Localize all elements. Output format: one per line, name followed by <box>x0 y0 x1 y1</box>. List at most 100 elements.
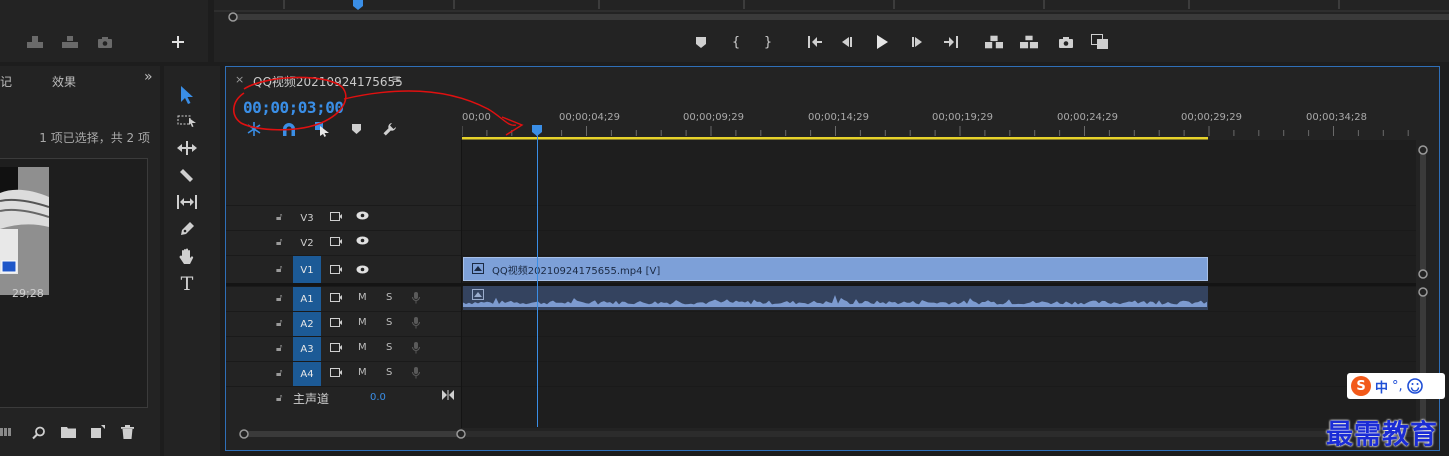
track-name[interactable]: V1 <box>293 256 321 284</box>
track-name[interactable]: A2 <box>293 312 321 336</box>
lock-icon[interactable]: 🔓︎ <box>276 293 282 304</box>
mute-button[interactable]: M <box>358 342 367 353</box>
video-clip[interactable]: QQ视频20210924175655.mp4 [V] <box>463 257 1208 281</box>
sync-lock-icon[interactable] <box>330 264 342 275</box>
emoji-icon[interactable] <box>1406 378 1423 394</box>
track-row-v2[interactable]: 🔓︎ V2 <box>226 230 1416 255</box>
track-row-a4[interactable]: 🔓︎ A4 M S <box>226 361 1416 386</box>
go-to-end-icon[interactable] <box>442 390 454 400</box>
add-marker-icon[interactable] <box>692 33 710 51</box>
eye-icon[interactable] <box>356 211 369 220</box>
trash-icon[interactable] <box>121 425 134 439</box>
search-icon[interactable] <box>32 426 46 440</box>
horizontal-zoom-bar[interactable] <box>236 427 1436 443</box>
lock-icon[interactable]: 🔓︎ <box>276 318 282 329</box>
microphone-icon[interactable] <box>412 292 420 304</box>
step-forward-icon[interactable] <box>908 33 926 51</box>
go-to-in-icon[interactable] <box>806 33 824 51</box>
lock-icon[interactable]: 🔓︎ <box>276 264 282 275</box>
lift-icon[interactable] <box>985 33 1003 51</box>
lock-icon[interactable]: 🔓︎ <box>276 343 282 354</box>
bin-view[interactable]: 29;28 <box>0 158 148 408</box>
insert-icon[interactable] <box>26 33 44 51</box>
mute-button[interactable]: M <box>358 292 367 303</box>
ime-punct[interactable]: °, <box>1392 379 1403 394</box>
clip-thumbnail[interactable]: 29;28 <box>0 167 49 300</box>
clip-duration: 29;28 <box>12 287 44 300</box>
tab-partial[interactable]: 记 <box>0 73 12 90</box>
solo-button[interactable]: S <box>386 317 392 328</box>
mute-button[interactable]: M <box>358 367 367 378</box>
track-row-v3[interactable]: 🔓︎ V3 <box>226 205 1416 230</box>
new-bin-icon[interactable] <box>61 426 76 438</box>
fx-badge-icon <box>472 263 484 274</box>
track-select-tool-icon[interactable] <box>176 110 198 132</box>
solo-button[interactable]: S <box>386 292 392 303</box>
panel-overflow-icon[interactable]: » <box>144 69 153 85</box>
track-name[interactable]: A1 <box>293 287 321 311</box>
type-tool-icon[interactable]: T <box>176 273 198 295</box>
export-frame-icon[interactable] <box>1057 33 1075 51</box>
mark-in-icon[interactable]: { <box>727 33 745 51</box>
lock-icon[interactable]: 🔓︎ <box>276 212 282 223</box>
eye-icon[interactable] <box>356 236 369 245</box>
eye-icon[interactable] <box>356 265 369 274</box>
audio-clip[interactable] <box>463 286 1208 310</box>
lock-icon[interactable]: 🔓︎ <box>276 393 282 404</box>
ruler-label: 00;00;24;29 <box>1057 112 1119 123</box>
step-back-icon[interactable] <box>838 33 856 51</box>
track-header: 🔓︎ A4 M S <box>226 362 461 386</box>
track-name[interactable]: A4 <box>293 362 321 386</box>
track-name[interactable]: V3 <box>293 206 321 230</box>
lock-icon[interactable]: 🔓︎ <box>276 368 282 379</box>
sync-lock-icon[interactable] <box>330 367 342 378</box>
razor-tool-icon[interactable] <box>176 164 198 186</box>
master-volume-value[interactable]: 0.0 <box>370 392 386 403</box>
track-header: 🔓︎ V2 <box>226 231 461 255</box>
program-monitor-controls: { } <box>214 0 1449 62</box>
playhead-line[interactable] <box>537 125 538 427</box>
tab-effects[interactable]: 效果 <box>52 73 76 90</box>
ruler-label: 00;00;14;29 <box>808 112 870 123</box>
selection-tool-icon[interactable] <box>176 84 198 106</box>
sogou-logo-icon: S <box>1351 376 1371 396</box>
extract-icon[interactable] <box>1020 33 1038 51</box>
ime-toolbar[interactable]: S 中 °, <box>1347 373 1445 399</box>
ruler-label: 00;00;09;29 <box>683 112 745 123</box>
go-to-out-icon[interactable] <box>942 33 960 51</box>
ruler-label: 00;00;34;28 <box>1306 112 1368 123</box>
icon-view-icon[interactable] <box>0 424 16 438</box>
microphone-icon[interactable] <box>412 367 420 379</box>
sync-lock-icon[interactable] <box>330 292 342 303</box>
lock-icon[interactable]: 🔓︎ <box>276 237 282 248</box>
play-icon[interactable] <box>873 33 891 51</box>
solo-button[interactable]: S <box>386 367 392 378</box>
time-ruler[interactable] <box>462 122 1417 142</box>
mute-button[interactable]: M <box>358 317 367 328</box>
mark-out-icon[interactable]: } <box>759 33 777 51</box>
track-row-a3[interactable]: 🔓︎ A3 M S <box>226 336 1416 361</box>
camera-icon[interactable] <box>96 33 114 51</box>
add-button-icon[interactable] <box>169 33 187 51</box>
solo-button[interactable]: S <box>386 342 392 353</box>
ime-mode[interactable]: 中 <box>1375 377 1388 396</box>
sync-lock-icon[interactable] <box>330 317 342 328</box>
comparison-view-icon[interactable] <box>1091 33 1109 51</box>
sync-lock-icon[interactable] <box>330 211 342 222</box>
track-row-a2[interactable]: 🔓︎ A2 M S <box>226 311 1416 336</box>
track-name[interactable]: V2 <box>293 231 321 255</box>
track-row-master[interactable]: 🔓︎ 主声道 0.0 <box>226 386 1416 411</box>
sync-lock-icon[interactable] <box>330 236 342 247</box>
hand-tool-icon[interactable] <box>176 245 198 267</box>
pen-tool-icon[interactable] <box>176 218 198 240</box>
microphone-icon[interactable] <box>412 317 420 329</box>
sync-lock-icon[interactable] <box>330 342 342 353</box>
ripple-edit-tool-icon[interactable] <box>176 137 198 159</box>
new-item-icon[interactable] <box>91 425 105 438</box>
selection-info: 1 项已选择，共 2 项 <box>39 131 150 145</box>
track-name[interactable]: A3 <box>293 337 321 361</box>
microphone-icon[interactable] <box>412 342 420 354</box>
overwrite-icon[interactable] <box>61 33 79 51</box>
slip-tool-icon[interactable] <box>176 191 198 213</box>
program-scrubber[interactable] <box>214 0 1449 25</box>
